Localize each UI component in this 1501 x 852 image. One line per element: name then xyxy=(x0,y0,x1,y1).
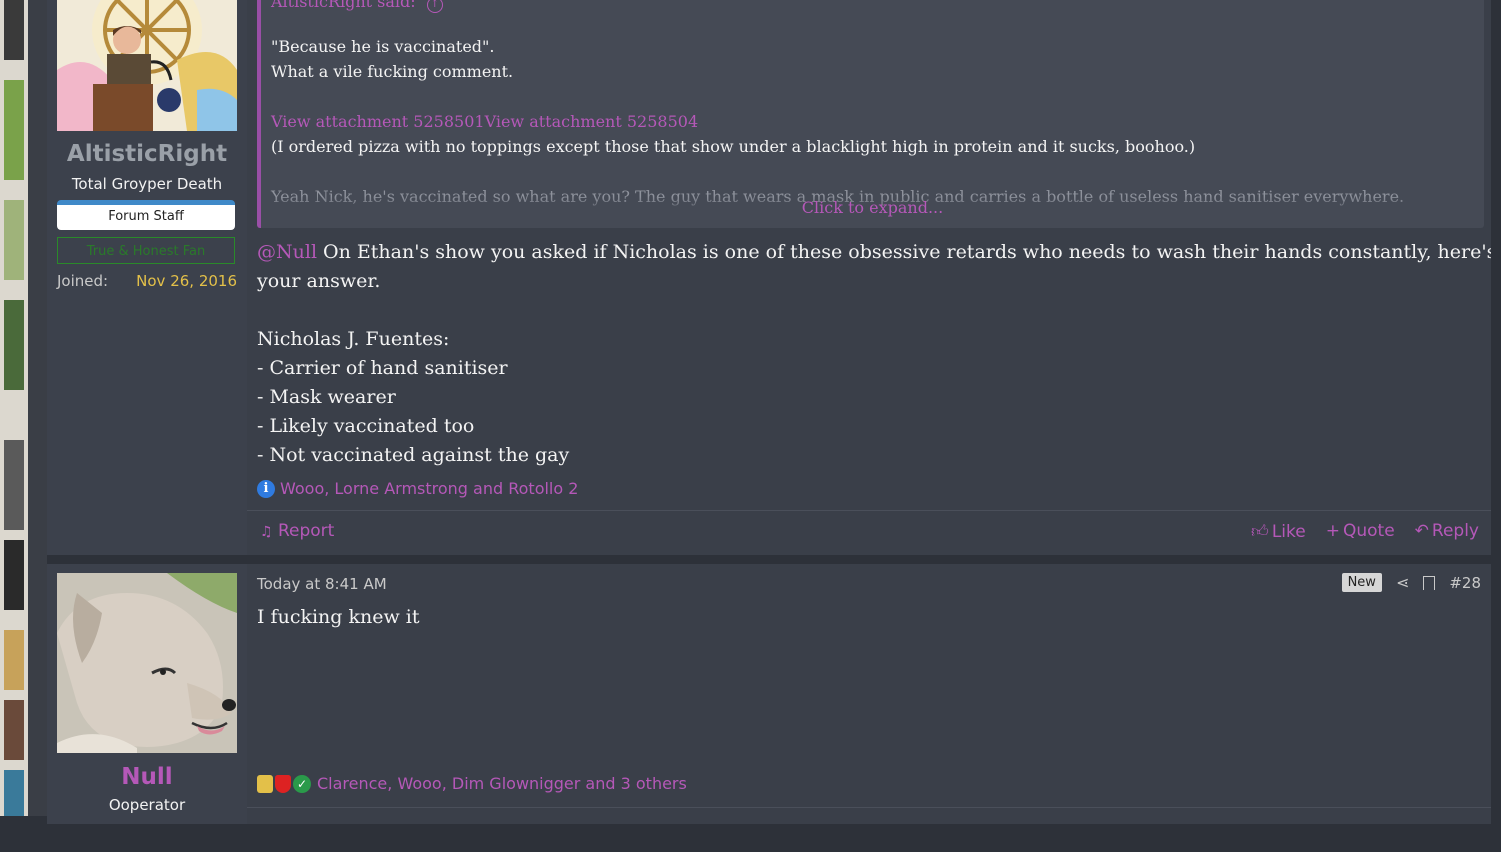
body-text: your answer. xyxy=(257,270,381,292)
list-item: - Mask wearer xyxy=(257,386,396,408)
list-item: - Likely vaccinated too xyxy=(257,415,475,437)
attachment-link[interactable]: View attachment 5258501View attachment 5… xyxy=(271,109,1472,134)
thumbs-up-icon: 👍︎ xyxy=(1251,522,1269,542)
quote-label: Quote xyxy=(1342,521,1395,541)
quote-button[interactable]: + Quote xyxy=(1326,521,1395,542)
new-badge: New xyxy=(1341,573,1382,592)
list-item: - Not vaccinated against the gay xyxy=(257,444,570,466)
reactions-bar[interactable]: i Wooo, Lorne Armstrong and Rotollo 2 xyxy=(257,479,578,498)
background-strip xyxy=(0,0,28,816)
post-body: I fucking knew it xyxy=(257,606,420,628)
page-gutter xyxy=(28,0,47,816)
body-text: On Ethan's show you asked if Nicholas is… xyxy=(317,241,1497,263)
joined-date: Nov 26, 2016 xyxy=(136,272,237,290)
avatar-image xyxy=(57,0,237,131)
user-title: Total Groyper Death xyxy=(71,175,223,193)
avatar[interactable] xyxy=(57,0,237,131)
reactions-bar[interactable]: ✓ Clarence, Wooo, Dim Glownigger and 3 o… xyxy=(257,774,687,793)
post-footer xyxy=(247,807,1491,852)
reactions-list[interactable]: Wooo, Lorne Armstrong and Rotollo 2 xyxy=(280,479,578,498)
post-body: @Null On Ethan's show you asked if Nicho… xyxy=(257,238,1496,470)
quote-author[interactable]: AltisticRight said: ↑ xyxy=(271,0,443,13)
post-main: Today at 8:41 AM New ⋖ #28 I fucking kne… xyxy=(247,564,1491,824)
reply-label: Reply xyxy=(1431,521,1479,541)
user-title: Ooperator xyxy=(108,796,186,814)
list-title: Nicholas J. Fuentes: xyxy=(257,328,450,350)
arrow-up-circle-icon[interactable]: ↑ xyxy=(426,0,443,13)
post-user-pane: AltisticRight Total Groyper Death Forum … xyxy=(47,0,247,555)
post-main: AltisticRight said: ↑ "Because he is vac… xyxy=(247,0,1496,555)
post-footer: ♫ Report 👍︎ Like + Quote ↶ Reply xyxy=(247,510,1491,555)
shield-reaction-icon xyxy=(275,774,291,793)
medal-reaction-icon xyxy=(257,774,273,793)
like-label: Like xyxy=(1271,522,1306,542)
info-reaction-icon: i xyxy=(257,479,275,498)
quote-block: AltisticRight said: ↑ "Because he is vac… xyxy=(257,0,1484,228)
report-button[interactable]: ♫ Report xyxy=(260,521,334,541)
avatar[interactable] xyxy=(57,573,237,753)
page-gutter xyxy=(1491,0,1501,816)
post-message: AltisticRight Total Groyper Death Forum … xyxy=(47,0,1496,555)
click-to-expand[interactable]: Click to expand... xyxy=(261,196,1484,217)
like-button[interactable]: 👍︎ Like xyxy=(1251,521,1306,542)
reactions-list[interactable]: Clarence, Wooo, Dim Glownigger and 3 oth… xyxy=(317,774,687,793)
avatar-image xyxy=(57,573,237,753)
post-user-pane: Null Ooperator xyxy=(47,564,247,824)
username[interactable]: Null xyxy=(47,764,247,790)
joined-label: Joined: xyxy=(57,272,109,290)
reply-arrow-icon: ↶ xyxy=(1414,521,1429,541)
share-icon[interactable]: ⋖ xyxy=(1396,573,1409,592)
post-actions: 👍︎ Like + Quote ↶ Reply xyxy=(1251,521,1479,542)
quote-line: (I ordered pizza with no toppings except… xyxy=(271,137,1196,156)
list-item: - Carrier of hand sanitiser xyxy=(257,357,508,379)
plus-icon: + xyxy=(1325,521,1340,541)
user-mention[interactable]: @Null xyxy=(257,241,317,263)
post-message: Null Ooperator Today at 8:41 AM New ⋖ #2… xyxy=(47,564,1491,824)
reply-button[interactable]: ↶ Reply xyxy=(1415,521,1479,542)
quote-line xyxy=(271,159,1472,184)
post-meta-actions: New ⋖ #28 xyxy=(1341,573,1481,592)
checkmark-reaction-icon: ✓ xyxy=(293,774,311,793)
staff-badge: Forum Staff xyxy=(57,200,235,230)
quote-line: What a vile fucking comment. xyxy=(271,62,514,81)
quote-line xyxy=(271,84,1472,109)
quote-content: "Because he is vaccinated". What a vile … xyxy=(271,34,1472,209)
bell-icon: ♫ xyxy=(260,524,273,540)
post-number[interactable]: #28 xyxy=(1449,574,1481,592)
post-timestamp[interactable]: Today at 8:41 AM xyxy=(257,575,387,593)
username[interactable]: AltisticRight xyxy=(47,141,247,167)
user-banner: True & Honest Fan xyxy=(57,237,235,264)
bookmark-icon[interactable] xyxy=(1423,575,1436,590)
quote-line: "Because he is vaccinated". xyxy=(271,37,495,56)
quote-author-text: AltisticRight said: xyxy=(271,0,416,11)
report-label: Report xyxy=(277,521,335,541)
